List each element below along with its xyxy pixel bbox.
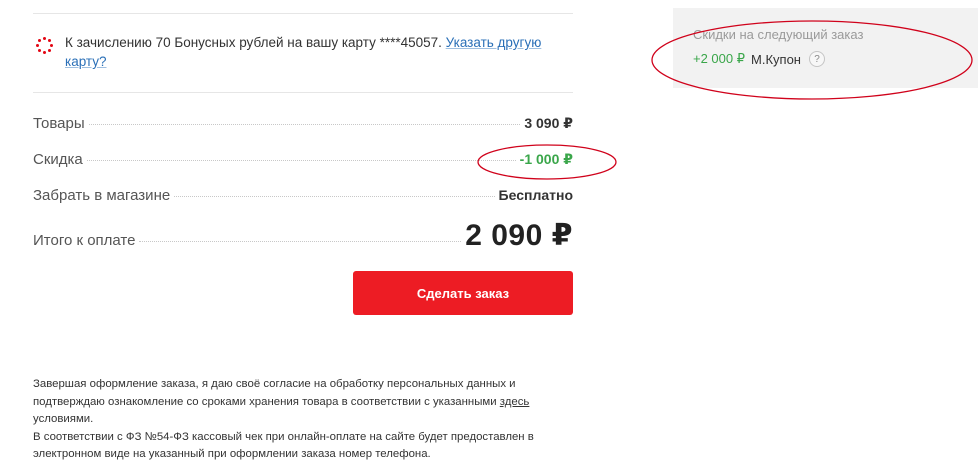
next-order-discounts-panel: Скидки на следующий заказ +2 000 ₽ М.Куп…	[673, 8, 978, 88]
consent-text: Завершая оформление заказа, я даю своё с…	[33, 378, 516, 408]
next-order-bonus: +2 000 ₽	[693, 51, 746, 66]
mid-divider	[33, 92, 573, 93]
legal-footnote: Завершая оформление заказа, я даю своё с…	[33, 376, 553, 464]
place-order-button[interactable]: Сделать заказ	[353, 271, 573, 315]
bonus-dots-icon	[33, 33, 57, 57]
question-icon[interactable]: ?	[808, 51, 825, 67]
discount-label: Скидка	[33, 151, 83, 168]
goods-value: 3 090 ₽	[524, 115, 573, 131]
dot-leader	[88, 124, 521, 125]
pickup-value: Бесплатно	[498, 187, 573, 203]
next-order-title: Скидки на следующий заказ	[693, 27, 864, 42]
dot-leader	[86, 160, 516, 161]
summary-row-goods: Товары 3 090 ₽	[33, 115, 573, 132]
consent-text-end: условиями.	[33, 413, 94, 425]
summary-row-pickup: Забрать в магазине Бесплатно	[33, 187, 573, 204]
conditions-link[interactable]: здесь	[500, 396, 530, 408]
dot-leader	[139, 241, 462, 242]
discount-value: -1 000 ₽	[519, 151, 573, 167]
coupon-name: М.Купон	[751, 51, 801, 67]
bonus-info: К зачислению 70 Бонусных рублей на вашу …	[33, 33, 573, 71]
bonus-message: К зачислению 70 Бонусных рублей на вашу …	[65, 35, 446, 50]
top-divider	[33, 13, 573, 14]
next-order-line: +2 000 ₽ М.Купон ?	[693, 51, 825, 67]
bonus-text: К зачислению 70 Бонусных рублей на вашу …	[65, 33, 565, 71]
summary-row-total: Итого к оплате 2 090 ₽	[33, 218, 573, 253]
dot-leader	[174, 196, 495, 197]
total-label: Итого к оплате	[33, 232, 136, 249]
goods-label: Товары	[33, 115, 85, 132]
pickup-label: Забрать в магазине	[33, 187, 171, 204]
receipt-text: В соответствии с ФЗ №54-ФЗ кассовый чек …	[33, 430, 534, 461]
total-value: 2 090 ₽	[465, 219, 573, 252]
summary-row-discount: Скидка -1 000 ₽	[33, 151, 573, 168]
